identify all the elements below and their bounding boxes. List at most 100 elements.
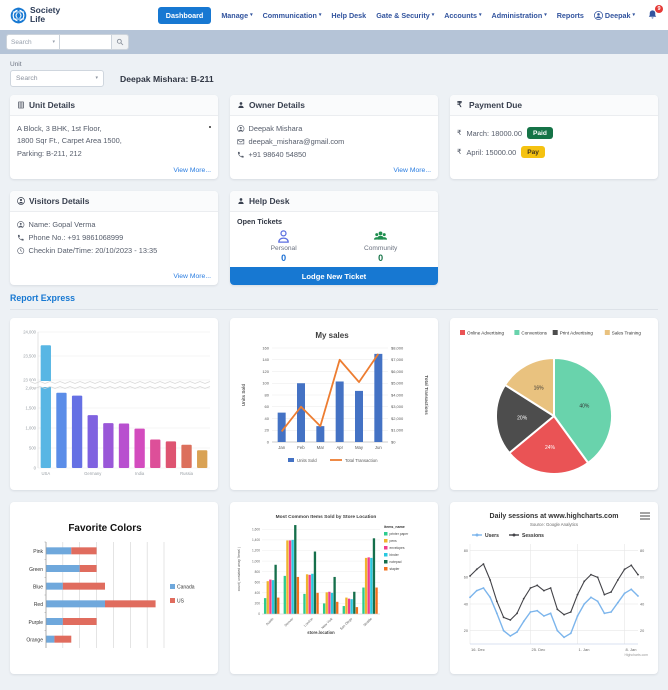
svg-text:60: 60 [265, 404, 270, 409]
visitor-checkin: Checkin Date/Time: 20/10/2023 - 13:35 [29, 246, 158, 255]
info-cards-grid: Unit Details A Block, 3 BHK, 1st Floor, … [10, 95, 658, 285]
svg-text:notepad: notepad [390, 560, 402, 564]
svg-text:India: India [135, 471, 145, 476]
svg-text:Most Common Items Sold by Stor: Most Common Items Sold by Store Location [276, 514, 377, 520]
person-circle-icon [17, 197, 25, 205]
unit-label: Unit [10, 61, 658, 68]
marketing-pie-chart[interactable]: Online AdvertisingConventionsPrint Adver… [452, 320, 656, 488]
svg-text:40: 40 [464, 602, 468, 606]
marketing-pie-chart-card: Online AdvertisingConventionsPrint Adver… [450, 318, 658, 490]
svg-text:Sessions: Sessions [522, 533, 544, 539]
daily-sessions-chart[interactable]: Daily sessions at www.highcharts.comSour… [452, 504, 656, 672]
unit-row: Search ▾ Deepak Mishara: B-211 [10, 70, 658, 87]
svg-text:20: 20 [265, 428, 270, 433]
svg-text:Blue: Blue [33, 584, 43, 590]
notifications-button[interactable]: 9 [647, 9, 658, 22]
svg-text:20: 20 [640, 629, 644, 633]
svg-text:Conventions: Conventions [521, 331, 547, 336]
svg-text:1,600: 1,600 [252, 527, 260, 531]
svg-text:120: 120 [262, 369, 269, 374]
rupee-icon: ₹ [457, 130, 461, 137]
svg-text:800: 800 [255, 570, 261, 574]
svg-text:Green: Green [29, 567, 43, 573]
user-menu[interactable]: Deepak ▾ [594, 11, 635, 20]
lodge-new-ticket-button[interactable]: Lodge New Ticket [230, 267, 438, 285]
top-bar: Society Life Dashboard Manage▾ Communica… [0, 0, 668, 30]
search-category-select[interactable]: Search ▾ [6, 34, 60, 50]
visitor-name: Name: Gopal Verma [29, 220, 96, 229]
daily-sessions-chart-card: Daily sessions at www.highcharts.comSour… [450, 502, 658, 674]
svg-text:400: 400 [255, 591, 261, 595]
chevron-down-icon: ▾ [432, 13, 435, 18]
svg-text:Jun: Jun [375, 445, 383, 450]
unit-details-view-more-link[interactable]: View More... [10, 167, 218, 179]
search-icon [116, 38, 124, 46]
svg-text:San Diego: San Diego [339, 617, 353, 631]
svg-text:1,200: 1,200 [252, 549, 260, 553]
svg-text:100: 100 [262, 381, 269, 386]
svg-text:40%: 40% [579, 404, 590, 410]
svg-text:Russia: Russia [180, 471, 193, 476]
nav-communication[interactable]: Communication▾ [263, 11, 322, 20]
svg-text:pens: pens [390, 539, 398, 543]
svg-text:Total Transaction: Total Transaction [345, 458, 378, 463]
chevron-down-icon: ▾ [95, 76, 98, 81]
owner-email: deepak_mishara@gmail.com [249, 137, 345, 146]
svg-text:$0: $0 [391, 439, 396, 444]
pay-button[interactable]: Pay [521, 146, 545, 158]
svg-text:Daily sessions at www.highchar: Daily sessions at www.highcharts.com [490, 513, 619, 520]
svg-text:$1,000: $1,000 [391, 428, 404, 433]
svg-text:20: 20 [464, 629, 468, 633]
svg-text:1. Jan: 1. Jan [579, 647, 590, 652]
svg-text:1,500: 1,500 [26, 406, 37, 411]
nav-accounts[interactable]: Accounts▾ [444, 11, 481, 20]
help-desk-body: Open Tickets Personal 0 [230, 212, 438, 267]
svg-text:Units Sold: Units Sold [241, 384, 246, 407]
personal-count[interactable]: 0 [281, 253, 286, 263]
svg-text:500: 500 [29, 446, 37, 451]
owner-details-header: Owner Details [230, 95, 438, 116]
svg-text:20%: 20% [517, 416, 528, 422]
unit-search-select[interactable]: Search ▾ [10, 70, 104, 87]
favorite-colors-chart[interactable]: Favorite ColorsPinkGreenBlueRedPurpleOra… [12, 504, 216, 672]
person-icon [237, 101, 245, 109]
nav-reports[interactable]: Reports [557, 11, 584, 20]
chevron-down-icon: ▾ [52, 40, 55, 45]
svg-text:Units Sold: Units Sold [297, 458, 317, 463]
search-bar-row: Search ▾ [0, 30, 668, 54]
svg-text:140: 140 [262, 357, 269, 362]
svg-text:Pink: Pink [33, 549, 43, 555]
ticket-counters: Personal 0 Community 0 [237, 229, 431, 263]
nav-manage[interactable]: Manage▾ [221, 11, 252, 20]
phone-icon [17, 234, 25, 242]
chevron-down-icon: ▾ [632, 13, 635, 18]
svg-text:40: 40 [640, 602, 644, 606]
nav-help-desk[interactable]: Help Desk [331, 11, 366, 20]
visitors-view-more-link[interactable]: View More... [10, 273, 218, 285]
svg-text:60: 60 [640, 576, 644, 580]
nav-gate-security[interactable]: Gate & Security▾ [376, 11, 434, 20]
help-desk-card: Help Desk Open Tickets Personal 0 [230, 191, 438, 285]
search-input[interactable] [60, 34, 112, 50]
unit-details-body: A Block, 3 BHK, 1st Floor, 1800 Sqr Ft.,… [10, 116, 218, 167]
community-count[interactable]: 0 [378, 253, 383, 263]
owner-details-view-more-link[interactable]: View More... [230, 167, 438, 179]
my-sales-chart-card: My sales020406080100120140160$0$1,000$2,… [230, 318, 438, 490]
help-desk-header: Help Desk [230, 191, 438, 212]
main-nav: Dashboard Manage▾ Communication▾ Help De… [158, 7, 658, 24]
unit-details-card: Unit Details A Block, 3 BHK, 1st Floor, … [10, 95, 218, 179]
nav-administration[interactable]: Administration▾ [492, 11, 547, 20]
society-life-logo-icon [10, 7, 27, 24]
svg-text:Apr: Apr [336, 445, 343, 450]
svg-text:Austin: Austin [265, 617, 275, 627]
search-button[interactable] [112, 34, 129, 50]
svg-text:23,500: 23,500 [23, 354, 36, 359]
my-sales-chart[interactable]: My sales020406080100120140160$0$1,000$2,… [232, 320, 436, 488]
svg-text:25. Dec: 25. Dec [531, 647, 545, 652]
visitors-details-card: Visitors Details Name: Gopal Verma Phone… [10, 191, 218, 285]
items-sold-chart[interactable]: Most Common Items Sold by Store Location… [232, 504, 436, 672]
nav-dashboard[interactable]: Dashboard [158, 7, 212, 24]
payment-row-april: ₹ April: 15000.00 Pay [457, 146, 651, 158]
svg-text:24,000: 24,000 [23, 330, 36, 335]
country-columns-chart[interactable]: 05001,0001,5002,00023,00023,50024,000USA… [12, 320, 216, 488]
